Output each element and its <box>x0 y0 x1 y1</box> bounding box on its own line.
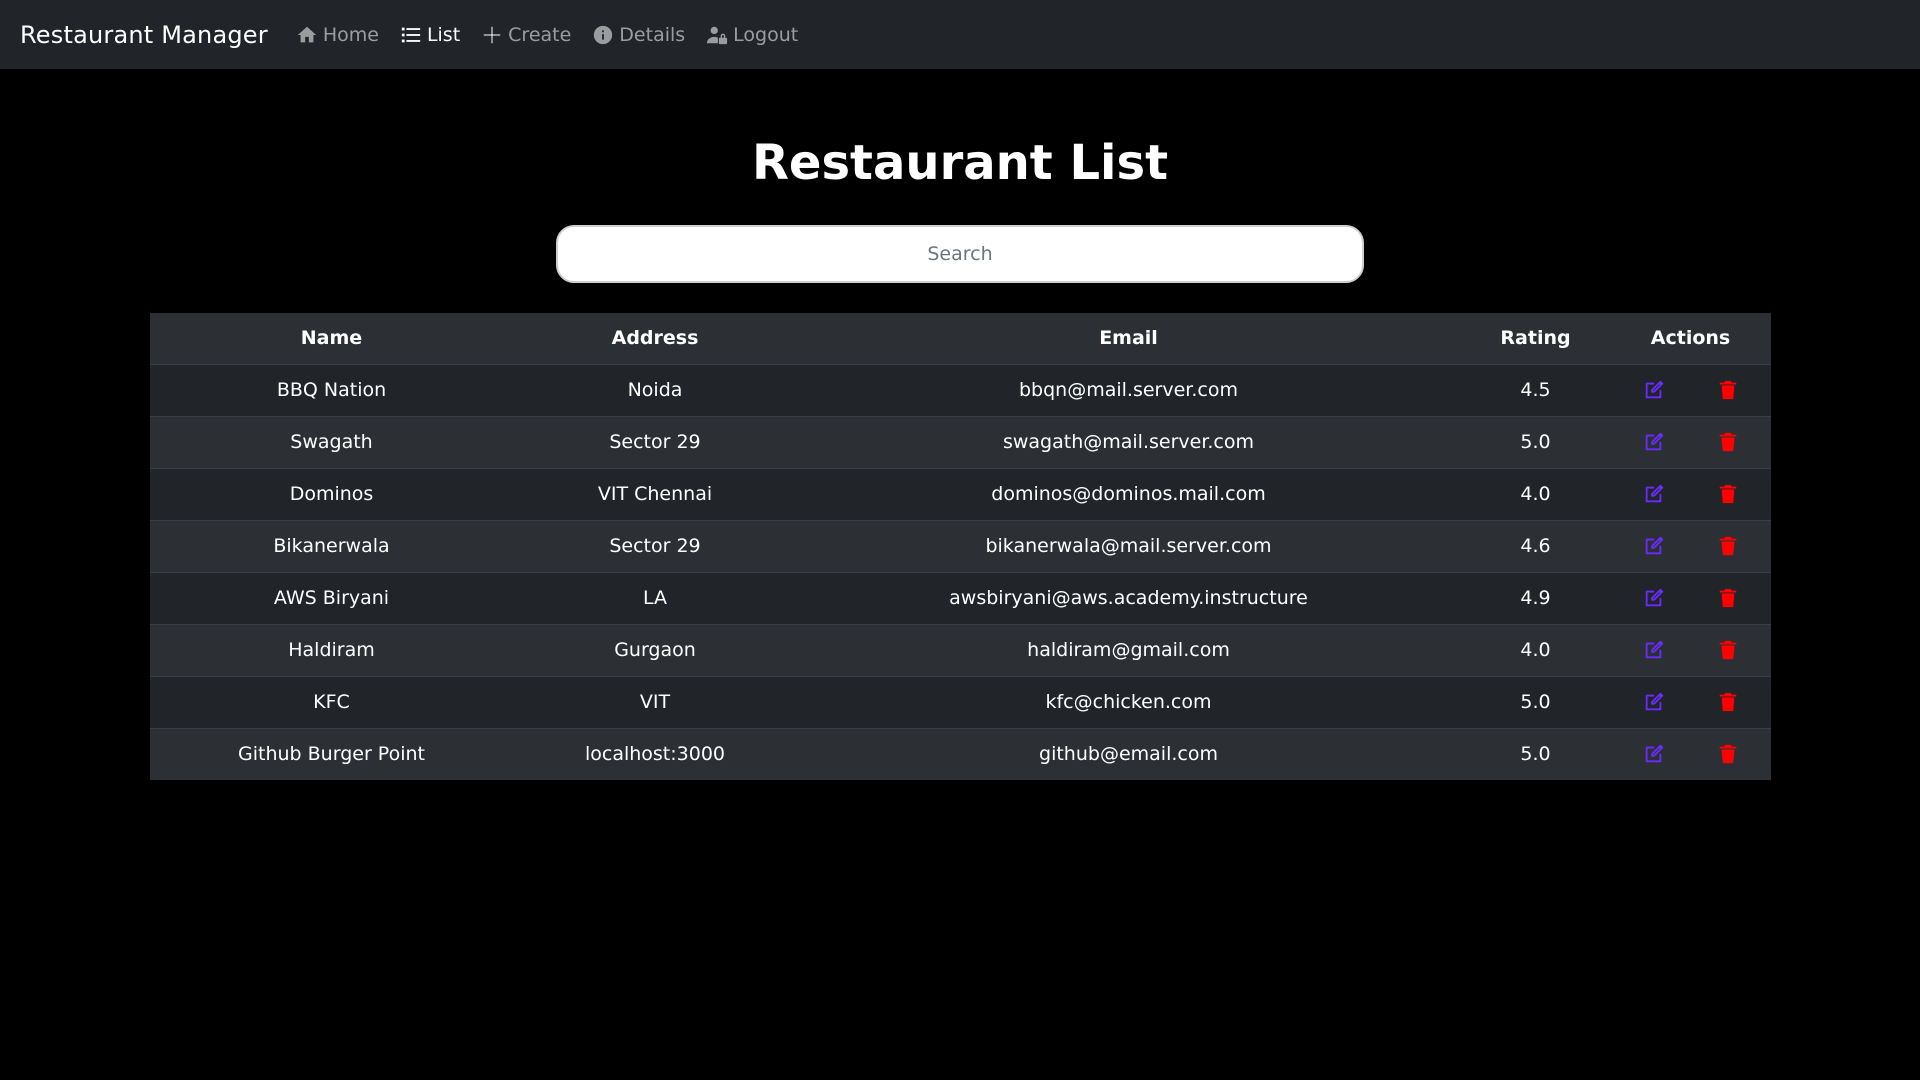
brand-link[interactable]: Restaurant Manager <box>20 21 268 49</box>
cell-address: Gurgaon <box>513 624 797 677</box>
main-content: Restaurant List Name Address Email Ratin… <box>0 133 1920 780</box>
cell-actions <box>1610 520 1771 573</box>
cell-actions <box>1610 728 1771 780</box>
cell-name: KFC <box>149 676 514 729</box>
edit-icon[interactable] <box>1642 742 1666 766</box>
cell-name: AWS Biryani <box>149 572 514 625</box>
cell-name: Dominos <box>149 468 514 521</box>
header-rating: Rating <box>1460 313 1611 365</box>
cell-actions <box>1610 364 1771 417</box>
header-email: Email <box>796 313 1461 365</box>
cell-name: Github Burger Point <box>149 728 514 780</box>
cell-address: LA <box>513 572 797 625</box>
cell-rating: 4.5 <box>1460 364 1611 417</box>
trash-icon[interactable] <box>1716 430 1740 454</box>
edit-icon[interactable] <box>1642 430 1666 454</box>
navbar: Restaurant Manager Home List Create Deta… <box>0 0 1920 69</box>
cell-address: VIT Chennai <box>513 468 797 521</box>
user-lock-icon <box>707 26 728 44</box>
nav-home[interactable]: Home <box>296 24 379 46</box>
cell-email: github@email.com <box>796 728 1461 780</box>
cell-email: bikanerwala@mail.server.com <box>796 520 1461 573</box>
cell-rating: 5.0 <box>1460 676 1611 729</box>
trash-icon[interactable] <box>1716 378 1740 402</box>
trash-icon[interactable] <box>1716 638 1740 662</box>
cell-email: haldiram@gmail.com <box>796 624 1461 677</box>
nav-create-label: Create <box>508 23 572 46</box>
cell-address: Sector 29 <box>513 416 797 469</box>
edit-icon[interactable] <box>1642 690 1666 714</box>
trash-icon[interactable] <box>1716 534 1740 558</box>
table-row: AWS Biryani LA awsbiryani@aws.academy.inst… <box>149 572 1771 625</box>
nav-logout[interactable]: Logout <box>706 24 798 46</box>
table-header-row: Name Address Email Rating Actions <box>149 313 1771 365</box>
table-row: Github Burger Point localhost:3000 github@… <box>149 728 1771 780</box>
edit-icon[interactable] <box>1642 482 1666 506</box>
page-title: Restaurant List <box>751 135 1169 191</box>
nav-create[interactable]: Create <box>481 24 571 46</box>
nav-details-label: Details <box>619 23 686 46</box>
restaurant-table: Name Address Email Rating Actions BBQ Na… <box>149 313 1771 780</box>
cell-email: kfc@chicken.com <box>796 676 1461 729</box>
cell-rating: 4.0 <box>1460 468 1611 521</box>
cell-rating: 4.6 <box>1460 520 1611 573</box>
list-icon <box>401 27 421 42</box>
trash-icon[interactable] <box>1716 482 1740 506</box>
table-body: BBQ Nation Noida bbqn@mail.server.com 4.5 Sw… <box>149 364 1771 780</box>
cell-actions <box>1610 624 1771 677</box>
nav-details[interactable]: Details <box>592 24 685 46</box>
search-wrapper <box>0 225 1920 283</box>
edit-icon[interactable] <box>1642 638 1666 662</box>
table-row: KFC VIT kfc@chicken.com 5.0 <box>149 676 1771 729</box>
table-row: Haldiram Gurgaon haldiram@gmail.com 4.0 <box>149 624 1771 677</box>
header-address: Address <box>513 313 797 365</box>
plus-icon <box>483 26 501 43</box>
edit-icon[interactable] <box>1642 534 1666 558</box>
cell-name: Haldiram <box>149 624 514 677</box>
trash-icon[interactable] <box>1716 690 1740 714</box>
nav-logout-label: Logout <box>733 23 799 46</box>
cell-rating: 4.0 <box>1460 624 1611 677</box>
edit-icon[interactable] <box>1642 378 1666 402</box>
nav-list-label: List <box>426 23 461 46</box>
table-row: Bikanerwala Sector 29 bikanerwala@mail.ser… <box>149 520 1771 573</box>
table-row: Dominos VIT Chennai dominos@dominos.mail.c… <box>149 468 1771 521</box>
cell-address: Noida <box>513 364 797 417</box>
cell-name: Swagath <box>149 416 514 469</box>
info-icon <box>594 25 613 44</box>
header-name: Name <box>149 313 514 365</box>
cell-rating: 5.0 <box>1460 416 1611 469</box>
edit-icon[interactable] <box>1642 586 1666 610</box>
cell-actions <box>1610 572 1771 625</box>
header-actions: Actions <box>1610 313 1771 365</box>
home-icon <box>297 26 316 42</box>
search-input[interactable] <box>556 225 1364 283</box>
cell-actions <box>1610 468 1771 521</box>
cell-email: bbqn@mail.server.com <box>796 364 1461 417</box>
cell-address: VIT <box>513 676 797 729</box>
trash-icon[interactable] <box>1716 742 1740 766</box>
cell-email: awsbiryani@aws.academy.instructure <box>796 572 1461 625</box>
cell-actions <box>1610 676 1771 729</box>
cell-email: swagath@mail.server.com <box>796 416 1461 469</box>
nav-home-label: Home <box>322 23 379 46</box>
table-row: BBQ Nation Noida bbqn@mail.server.com 4.5 <box>149 364 1771 417</box>
cell-actions <box>1610 416 1771 469</box>
cell-rating: 4.9 <box>1460 572 1611 625</box>
restaurant-table-wrapper: Name Address Email Rating Actions BBQ Na… <box>149 313 1771 780</box>
cell-rating: 5.0 <box>1460 728 1611 780</box>
nav-list[interactable]: List <box>400 24 460 46</box>
cell-name: Bikanerwala <box>149 520 514 573</box>
trash-icon[interactable] <box>1716 586 1740 610</box>
cell-name: BBQ Nation <box>149 364 514 417</box>
table-row: Swagath Sector 29 swagath@mail.server.com 5… <box>149 416 1771 469</box>
cell-address: localhost:3000 <box>513 728 797 780</box>
cell-address: Sector 29 <box>513 520 797 573</box>
cell-email: dominos@dominos.mail.com <box>796 468 1461 521</box>
